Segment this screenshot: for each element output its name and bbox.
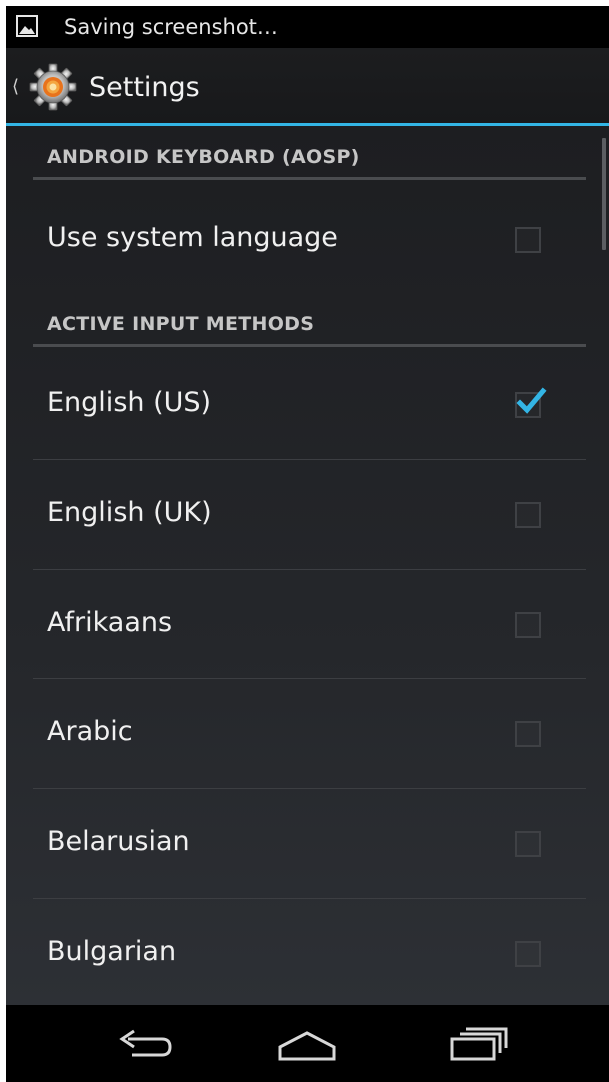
checkmark-icon [516, 387, 547, 414]
scrollbar[interactable] [602, 138, 606, 250]
pref-label: Arabic [47, 716, 133, 747]
checkbox-english-us[interactable] [515, 387, 547, 418]
chevron-left-icon[interactable]: ⟨ [12, 78, 19, 96]
home-icon[interactable] [274, 1025, 340, 1065]
status-notification-text: Saving screenshot… [64, 15, 278, 39]
pref-label: English (UK) [47, 497, 212, 528]
page-title: Settings [89, 72, 200, 103]
phone-screen: Saving screenshot… ⟨ Settings ANDROID KE… [6, 6, 609, 1082]
pref-belarusian[interactable]: Belarusian [33, 789, 586, 899]
checkbox-arabic[interactable] [515, 721, 541, 747]
pref-english-us[interactable]: English (US) [33, 350, 586, 460]
action-bar: ⟨ Settings [6, 48, 609, 126]
checkbox-belarusian[interactable] [515, 831, 541, 857]
pref-use-system-language[interactable]: Use system language [33, 185, 586, 295]
section-header-active-input-methods: ACTIVE INPUT METHODS [33, 311, 586, 347]
checkbox-english-uk[interactable] [515, 502, 541, 528]
checkbox-bulgarian[interactable] [515, 941, 541, 967]
navigation-bar [6, 1005, 609, 1082]
recent-apps-icon[interactable] [444, 1025, 510, 1065]
checkbox-afrikaans[interactable] [515, 612, 541, 638]
pref-label: Afrikaans [47, 607, 173, 638]
back-icon[interactable] [110, 1025, 176, 1065]
settings-gear-icon[interactable] [28, 62, 78, 112]
pref-english-uk[interactable]: English (UK) [33, 460, 586, 570]
checkbox-use-system-language[interactable] [515, 227, 541, 253]
pref-label: English (US) [47, 387, 212, 418]
pref-arabic[interactable]: Arabic [33, 679, 586, 789]
image-icon [16, 15, 38, 37]
section-header-android-keyboard: ANDROID KEYBOARD (AOSP) [33, 144, 586, 180]
pref-bulgarian[interactable]: Bulgarian [33, 899, 586, 1005]
section-header-label: ACTIVE INPUT METHODS [47, 313, 315, 335]
section-header-label: ANDROID KEYBOARD (AOSP) [47, 146, 360, 168]
pref-label: Bulgarian [47, 936, 177, 967]
pref-label: Belarusian [47, 826, 190, 857]
pref-label: Use system language [47, 222, 338, 253]
settings-list[interactable]: ANDROID KEYBOARD (AOSP) Use system langu… [6, 126, 609, 1005]
pref-afrikaans[interactable]: Afrikaans [33, 570, 586, 680]
status-bar: Saving screenshot… [6, 6, 609, 48]
